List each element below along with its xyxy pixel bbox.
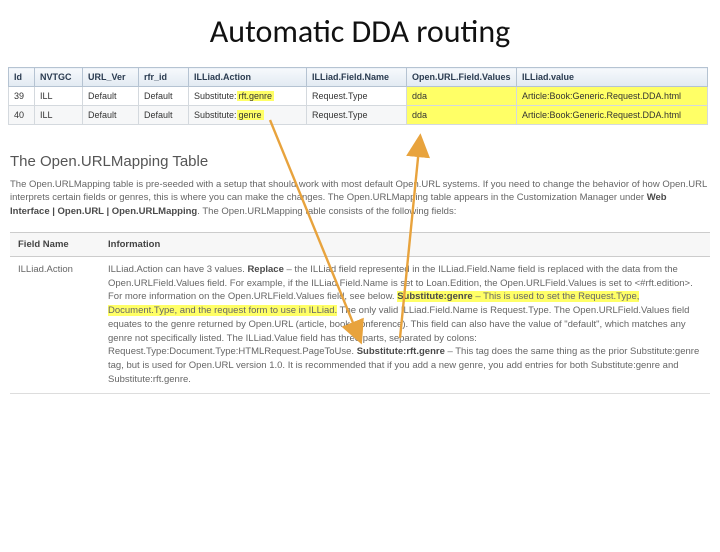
cell-id: 39	[9, 87, 35, 106]
cell-action: Substitute:genre	[189, 106, 307, 125]
col-fieldname: ILLiad.Field.Name	[307, 68, 407, 87]
highlight-rftgenre: rft.genre	[237, 91, 275, 101]
page-title: Automatic DDA routing	[0, 12, 720, 51]
cell-rfrid: Default	[139, 106, 189, 125]
section-paragraph: The Open.URLMapping table is pre-seeded …	[10, 178, 708, 218]
cell-nvtgc: ILL	[35, 87, 83, 106]
col-information: Information	[100, 232, 710, 256]
col-nvtgc: NVTGC	[35, 68, 83, 87]
table-row: 39 ILL Default Default Substitute:rft.ge…	[9, 87, 708, 106]
col-illiadvalue: ILLiad.value	[517, 68, 708, 87]
field-info-table: Field Name Information ILLiad.Action ILL…	[10, 232, 710, 394]
cell-rfrid: Default	[139, 87, 189, 106]
cell-fieldname: Request.Type	[307, 106, 407, 125]
table-header-row: Id NVTGC URL_Ver rfr_id ILLiad.Action IL…	[9, 68, 708, 87]
cell-openurlfv: dda	[407, 87, 517, 106]
cell-urlver: Default	[83, 106, 139, 125]
table-row: ILLiad.Action ILLiad.Action can have 3 v…	[10, 256, 710, 393]
col-id: Id	[9, 68, 35, 87]
cell-nvtgc: ILL	[35, 106, 83, 125]
mapping-data-table: Id NVTGC URL_Ver rfr_id ILLiad.Action IL…	[8, 67, 708, 125]
field-name-cell: ILLiad.Action	[10, 256, 100, 393]
highlight-genre: genre	[237, 110, 264, 120]
col-openurlfv: Open.URL.Field.Values	[407, 68, 517, 87]
cell-urlver: Default	[83, 87, 139, 106]
col-action: ILLiad.Action	[189, 68, 307, 87]
cell-fieldname: Request.Type	[307, 87, 407, 106]
col-fieldname: Field Name	[10, 232, 100, 256]
cell-illiadvalue: Article:Book:Generic.Request.DDA.html	[517, 87, 708, 106]
table-row: 40 ILL Default Default Substitute:genre …	[9, 106, 708, 125]
cell-id: 40	[9, 106, 35, 125]
col-rfrid: rfr_id	[139, 68, 189, 87]
cell-action: Substitute:rft.genre	[189, 87, 307, 106]
section-heading: The Open.URLMapping Table	[10, 153, 720, 170]
cell-openurlfv: dda	[407, 106, 517, 125]
col-urlver: URL_Ver	[83, 68, 139, 87]
cell-illiadvalue: Article:Book:Generic.Request.DDA.html	[517, 106, 708, 125]
field-info-cell: ILLiad.Action can have 3 values. Replace…	[100, 256, 710, 393]
